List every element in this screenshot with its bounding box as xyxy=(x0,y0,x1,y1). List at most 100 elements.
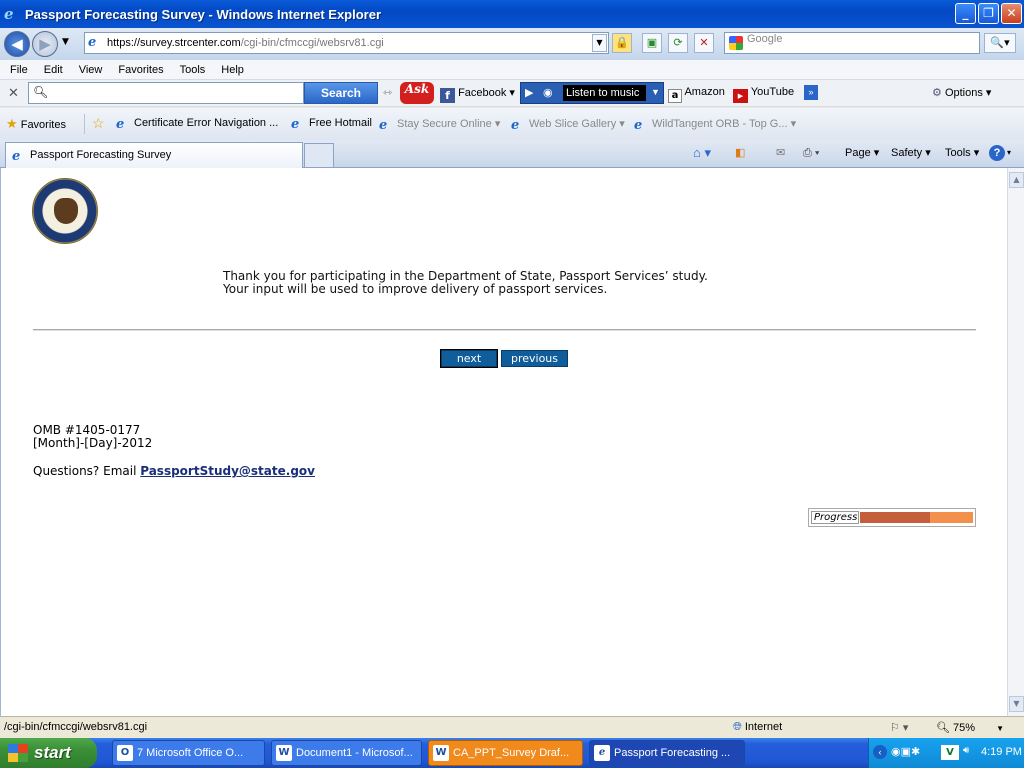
tab-passport-survey[interactable]: e Passport Forecasting Survey xyxy=(5,142,303,168)
search-input[interactable]: Google xyxy=(724,32,980,54)
back-button[interactable]: ◀ xyxy=(4,31,30,57)
compatibility-view-icon[interactable]: ▣ xyxy=(642,33,662,53)
protected-mode-icon[interactable]: ⚐ ▾ xyxy=(890,721,908,734)
feeds-icon[interactable]: ◧ xyxy=(735,145,745,161)
maximize-button[interactable]: ❐ xyxy=(978,3,999,24)
help-dropdown-icon[interactable]: ▾ xyxy=(1007,145,1011,161)
zoom-level: 75% xyxy=(953,722,976,734)
ask-search-input[interactable]: 🔍︎ xyxy=(28,82,304,104)
scroll-down-icon[interactable]: ▼ xyxy=(1009,696,1024,712)
menu-file[interactable]: File xyxy=(10,64,28,76)
start-label: start xyxy=(34,743,71,762)
refresh-icon[interactable]: ⟳ xyxy=(668,33,688,53)
antivirus-icon[interactable]: V xyxy=(941,745,959,760)
windows-logo-icon xyxy=(8,744,28,762)
safety-menu[interactable]: Safety ▾ xyxy=(891,145,931,161)
favorites-label: Favorites xyxy=(20,119,66,131)
address-input[interactable]: e https://survey.strcenter.com/cgi-bin/c… xyxy=(84,32,609,54)
ie-page-icon: e xyxy=(634,118,643,133)
google-icon xyxy=(729,36,743,50)
progress-label: Progress xyxy=(811,511,859,524)
youtube-button[interactable]: ▶ YouTube xyxy=(733,86,794,103)
progress-fill xyxy=(860,512,931,523)
ie-page-icon: e xyxy=(511,118,520,133)
music-player[interactable]: ▶ ◉ Listen to music ▼ xyxy=(520,82,664,104)
add-favorite-icon[interactable]: ☆ xyxy=(92,115,105,132)
ask-search-button[interactable]: Search xyxy=(304,82,378,104)
favorites-button[interactable]: ★ Favorites xyxy=(6,116,66,132)
status-bar: /cgi-bin/cfmccgi/websrv81.cgi 🌐︎ Interne… xyxy=(0,716,1024,738)
facebook-button[interactable]: f Facebook ▾ xyxy=(440,86,515,103)
vertical-scrollbar[interactable]: ▲ ▼ xyxy=(1007,168,1024,716)
new-tab-button[interactable] xyxy=(304,143,334,167)
url-scheme: https:// xyxy=(107,37,141,49)
safety-menu-label: Safety xyxy=(891,147,923,159)
mail-icon[interactable]: ✉ xyxy=(776,145,785,161)
scroll-up-icon[interactable]: ▲ xyxy=(1009,172,1024,188)
search-placeholder: Google xyxy=(747,33,783,45)
music-dropdown-icon[interactable]: ▼ xyxy=(651,87,660,97)
help-icon[interactable]: ? xyxy=(989,145,1005,161)
thank-you-message: Thank you for participating in the Depar… xyxy=(223,270,708,296)
menu-favorites[interactable]: Favorites xyxy=(118,64,163,76)
fav-wildtangent[interactable]: e WildTangent ORB - Top G... ▾ xyxy=(634,117,796,133)
fav-label: Stay Secure Online xyxy=(397,118,492,130)
tools-menu[interactable]: Tools ▾ xyxy=(945,145,979,161)
next-button[interactable]: next xyxy=(440,349,498,368)
volume-icon[interactable]: ◉ xyxy=(543,86,553,99)
gear-icon: ⚙ xyxy=(932,87,942,99)
ie-page-icon: e xyxy=(12,149,21,164)
task-passport-forecasting[interactable]: e Passport Forecasting ... xyxy=(589,740,745,766)
fav-certificate-error[interactable]: e Certificate Error Navigation ... xyxy=(116,117,278,132)
facebook-label: Facebook xyxy=(458,87,507,99)
menu-edit[interactable]: Edit xyxy=(44,64,63,76)
toolbar-resize-handle[interactable]: ⇿ xyxy=(383,86,392,99)
task-ca-ppt-survey[interactable]: W CA_PPT_Survey Draf... xyxy=(428,740,583,766)
address-dropdown[interactable]: ▼ xyxy=(592,34,607,52)
fav-stay-secure[interactable]: e Stay Secure Online ▾ xyxy=(379,117,500,133)
thank-you-line-2: Your input will be used to improve deliv… xyxy=(223,282,608,296)
window-title: Passport Forecasting Survey - Windows In… xyxy=(25,6,382,22)
home-icon[interactable]: ⌂ ▾ xyxy=(693,145,711,161)
tray-app-icons[interactable]: ◉▣✱ xyxy=(891,745,920,758)
stop-icon[interactable]: ✕ xyxy=(694,33,714,53)
options-label: Options xyxy=(944,87,983,99)
task-microsoft-office[interactable]: O 7 Microsoft Office O... xyxy=(112,740,265,766)
menu-view[interactable]: View xyxy=(79,64,103,76)
play-icon[interactable]: ▶ xyxy=(525,86,533,99)
eagle-icon xyxy=(54,198,78,224)
email-link[interactable]: PassportStudy@state.gov xyxy=(140,464,315,478)
tray-expand-icon[interactable]: ‹ xyxy=(873,745,887,759)
lock-icon[interactable]: 🔒 xyxy=(612,33,632,53)
close-toolbar-icon[interactable]: ✕ xyxy=(8,85,19,101)
questions-label: Questions? Email xyxy=(33,464,137,478)
start-button[interactable]: start xyxy=(0,738,97,768)
word-icon: W xyxy=(276,745,292,761)
forward-button[interactable]: ▶ xyxy=(32,31,58,57)
amazon-button[interactable]: a Amazon xyxy=(668,86,725,103)
task-document1[interactable]: W Document1 - Microsof... xyxy=(271,740,422,766)
progress-track xyxy=(860,512,973,523)
fav-free-hotmail[interactable]: e Free Hotmail xyxy=(291,117,372,132)
security-zone[interactable]: 🌐︎ Internet xyxy=(733,721,782,734)
minimize-button[interactable]: _ xyxy=(955,3,976,24)
more-chevron-icon[interactable]: » xyxy=(804,85,818,100)
page-menu-label: Page xyxy=(845,147,871,159)
print-icon[interactable]: ⎙ ▾ xyxy=(803,145,819,161)
volume-icon[interactable]: 🔊︎ xyxy=(963,745,969,756)
search-go-button[interactable]: 🔍▾ xyxy=(984,33,1016,53)
options-button[interactable]: ⚙ Options ▾ xyxy=(932,86,991,99)
outlook-icon: O xyxy=(117,745,133,761)
menu-help[interactable]: Help xyxy=(221,64,244,76)
task-label: Document1 - Microsof... xyxy=(296,747,413,759)
previous-button[interactable]: previous xyxy=(501,350,568,367)
recent-pages-dropdown[interactable]: ▼ xyxy=(62,37,69,47)
zoom-control[interactable]: 🔍︎ 75% ▼ xyxy=(936,721,1004,734)
menu-tools[interactable]: Tools xyxy=(180,64,206,76)
close-button[interactable]: ✕ xyxy=(1001,3,1022,24)
ask-logo[interactable]: Ask xyxy=(400,82,434,104)
divider xyxy=(33,329,976,331)
page-menu[interactable]: Page ▾ xyxy=(845,145,879,161)
clock[interactable]: 4:19 PM xyxy=(981,746,1022,758)
fav-web-slice[interactable]: e Web Slice Gallery ▾ xyxy=(511,117,625,133)
